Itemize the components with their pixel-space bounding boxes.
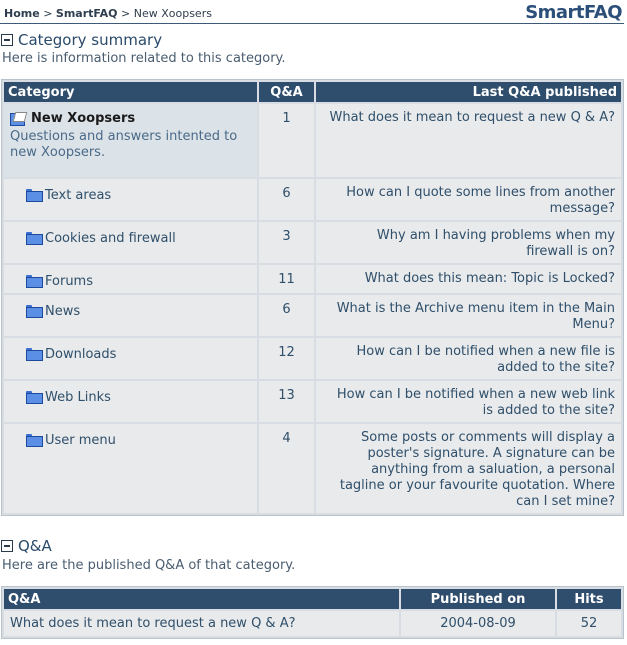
subcategory-count: 6 bbox=[259, 179, 314, 220]
table-header-row: Q&A Published on Hits bbox=[4, 589, 621, 609]
qa-table: Q&A Published on Hits What does it mean … bbox=[1, 586, 624, 639]
col-header-category: Category bbox=[4, 82, 257, 102]
main-category-last-qa-link[interactable]: What does it mean to request a new Q & A… bbox=[330, 110, 616, 125]
category-summary-title: Category summary bbox=[18, 31, 163, 49]
subcategory-row: News 6 What is the Archive menu item in … bbox=[4, 295, 621, 336]
category-summary-heading: Category summary bbox=[1, 31, 162, 49]
header-bar: Home > SmartFAQ > New Xoopsers SmartFAQ bbox=[0, 0, 624, 24]
subcategory-count: 13 bbox=[259, 381, 314, 422]
qa-section-description: Here are the published Q&A of that categ… bbox=[2, 558, 296, 573]
folder-icon bbox=[26, 434, 43, 447]
subcategory-link-cookies-and-firewall[interactable]: Cookies and firewall bbox=[45, 231, 176, 246]
subcategory-last-qa: How can I quote some lines from another … bbox=[316, 179, 621, 220]
qa-published-date: 2004-08-09 bbox=[401, 611, 555, 636]
breadcrumb-home-link[interactable]: Home bbox=[4, 7, 40, 20]
subcategory-last-qa: Why am I having problems when my firewal… bbox=[316, 222, 621, 263]
folder-icon bbox=[26, 232, 43, 245]
folder-icon bbox=[26, 391, 43, 404]
col-header-qa-count: Q&A bbox=[259, 82, 314, 102]
subcategory-cell: Cookies and firewall bbox=[4, 222, 257, 263]
subcategory-last-qa: What is the Archive menu item in the Mai… bbox=[316, 295, 621, 336]
last-qa-link[interactable]: How can I quote some lines from another … bbox=[346, 185, 615, 216]
subcategory-cell: News bbox=[4, 295, 257, 336]
breadcrumb-module-link[interactable]: SmartFAQ bbox=[56, 7, 118, 20]
table-header-row: Category Q&A Last Q&A published bbox=[4, 82, 621, 102]
subcategory-last-qa: What does this mean: Topic is Locked? bbox=[316, 265, 621, 293]
category-summary-description: Here is information related to this cate… bbox=[2, 51, 286, 66]
subcategory-cell: Web Links bbox=[4, 381, 257, 422]
last-qa-link[interactable]: Why am I having problems when my firewal… bbox=[377, 228, 615, 259]
subcategory-link-web-links[interactable]: Web Links bbox=[45, 390, 111, 405]
last-qa-link[interactable]: What does this mean: Topic is Locked? bbox=[365, 271, 615, 286]
subcategory-link-news[interactable]: News bbox=[45, 304, 80, 319]
subcategory-last-qa: How can I be notified when a new file is… bbox=[316, 338, 621, 379]
subcategory-row: Downloads 12 How can I be notified when … bbox=[4, 338, 621, 379]
category-summary-table: Category Q&A Last Q&A published New Xoop… bbox=[1, 79, 624, 516]
subcategory-last-qa: Some posts or comments will display a po… bbox=[316, 424, 621, 513]
collapse-icon[interactable] bbox=[1, 540, 13, 552]
subcategory-link-forums[interactable]: Forums bbox=[45, 274, 93, 289]
subcategory-row: Cookies and firewall 3 Why am I having p… bbox=[4, 222, 621, 263]
breadcrumb-current: New Xoopsers bbox=[133, 7, 212, 20]
folder-icon bbox=[26, 348, 43, 361]
main-category-count: 1 bbox=[259, 104, 314, 177]
subcategory-count: 4 bbox=[259, 424, 314, 513]
main-category-cell: New Xoopsers Questions and answers inten… bbox=[4, 104, 257, 177]
subcategory-row: Web Links 13 How can I be notified when … bbox=[4, 381, 621, 422]
subcategory-row: Forums 11 What does this mean: Topic is … bbox=[4, 265, 621, 293]
subcategory-last-qa: How can I be notified when a new web lin… bbox=[316, 381, 621, 422]
col-header-published-on: Published on bbox=[401, 589, 555, 609]
subcategory-cell: Text areas bbox=[4, 179, 257, 220]
col-header-last-published: Last Q&A published bbox=[316, 82, 621, 102]
last-qa-link[interactable]: How can I be notified when a new web lin… bbox=[337, 387, 615, 418]
qa-section-title: Q&A bbox=[18, 537, 52, 555]
module-logo: SmartFAQ bbox=[525, 2, 622, 23]
breadcrumb-separator: > bbox=[43, 7, 53, 20]
folder-icon bbox=[26, 275, 43, 288]
last-qa-link[interactable]: What is the Archive menu item in the Mai… bbox=[337, 301, 615, 332]
subcategory-row: User menu 4 Some posts or comments will … bbox=[4, 424, 621, 513]
last-qa-link[interactable]: How can I be notified when a new file is… bbox=[357, 344, 615, 375]
folder-icon bbox=[26, 305, 43, 318]
subcategory-cell: Forums bbox=[4, 265, 257, 293]
qa-row: What does it mean to request a new Q & A… bbox=[4, 611, 621, 636]
subcategory-link-downloads[interactable]: Downloads bbox=[45, 347, 116, 362]
subcategory-count: 11 bbox=[259, 265, 314, 293]
breadcrumb-separator: > bbox=[121, 7, 131, 20]
qa-question-cell: What does it mean to request a new Q & A… bbox=[4, 611, 399, 636]
main-category-description: Questions and answers intented to new Xo… bbox=[10, 129, 238, 160]
qa-question-link[interactable]: What does it mean to request a new Q & A… bbox=[10, 616, 296, 631]
folder-icon bbox=[26, 189, 43, 202]
subcategory-cell: User menu bbox=[4, 424, 257, 513]
main-category-row: New Xoopsers Questions and answers inten… bbox=[4, 104, 621, 177]
collapse-icon[interactable] bbox=[1, 34, 13, 46]
subcategory-cell: Downloads bbox=[4, 338, 257, 379]
subcategory-count: 3 bbox=[259, 222, 314, 263]
last-qa-link[interactable]: Some posts or comments will display a po… bbox=[340, 430, 615, 509]
subcategory-count: 6 bbox=[259, 295, 314, 336]
main-category-last-qa: What does it mean to request a new Q & A… bbox=[316, 104, 621, 177]
subcategory-link-user-menu[interactable]: User menu bbox=[45, 433, 116, 448]
qa-hits: 52 bbox=[557, 611, 621, 636]
subcategory-row: Text areas 6 How can I quote some lines … bbox=[4, 179, 621, 220]
subcategory-count: 12 bbox=[259, 338, 314, 379]
subcategory-link-text-areas[interactable]: Text areas bbox=[45, 188, 111, 203]
qa-section-heading: Q&A bbox=[1, 537, 52, 555]
open-folder-icon bbox=[10, 112, 27, 126]
main-category-link[interactable]: New Xoopsers bbox=[31, 111, 135, 126]
col-header-hits: Hits bbox=[557, 589, 621, 609]
breadcrumb: Home > SmartFAQ > New Xoopsers bbox=[4, 7, 212, 20]
col-header-qa: Q&A bbox=[4, 589, 399, 609]
